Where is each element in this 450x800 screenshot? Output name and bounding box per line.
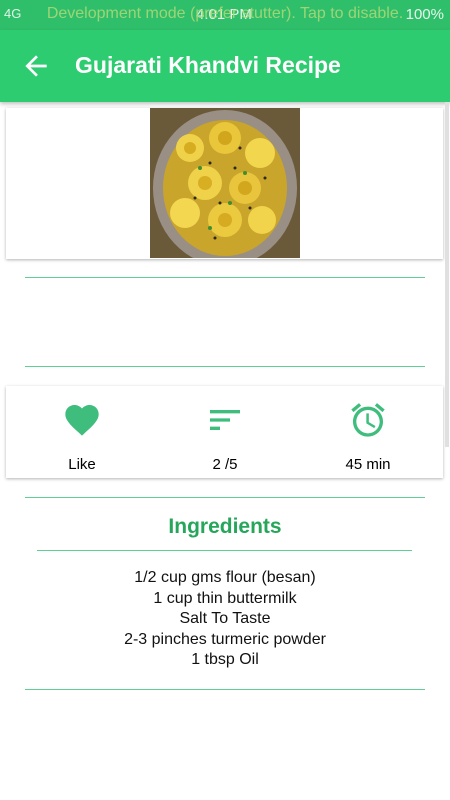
list-item: Salt To Taste — [179, 610, 271, 627]
recipe-stats-card: Like 2 /5 45 min — [6, 386, 443, 478]
scrollbar[interactable] — [445, 102, 449, 447]
arrow-back-icon — [25, 55, 47, 77]
developer-mode-banner[interactable]: Development mode (prefer stutter). Tap t… — [0, 5, 450, 23]
ingredients-title: Ingredients — [168, 515, 282, 538]
app-bar: Gujarati Khandvi Recipe — [0, 30, 450, 102]
list-item: 1/2 cup gms flour (besan) — [134, 569, 316, 586]
time-stat: 45 min — [295, 386, 441, 478]
like-button[interactable]: Like — [9, 386, 155, 478]
list-item: 2-3 pinches turmeric powder — [124, 630, 326, 648]
recipe-image — [150, 108, 300, 258]
divider — [25, 366, 425, 367]
ingredients-list: 1/2 cup gms flour (besan) 1 cup thin but… — [0, 568, 450, 671]
alarm-clock-icon — [351, 403, 385, 437]
time-label: 45 min — [345, 456, 391, 473]
page-title: Gujarati Khandvi Recipe — [75, 52, 341, 78]
rating-label: 2 /5 — [212, 456, 238, 473]
list-item: 1 tbsp Oil — [191, 651, 259, 668]
list-item: 1 cup thin buttermilk — [153, 589, 297, 607]
like-label: Like — [68, 456, 96, 473]
sort-lines-icon — [210, 410, 240, 430]
divider — [37, 550, 412, 551]
divider — [25, 689, 425, 690]
divider — [25, 277, 425, 278]
divider — [25, 497, 425, 498]
recipe-image-card — [6, 108, 443, 259]
rating-stat[interactable]: 2 /5 — [152, 386, 298, 478]
back-button[interactable] — [20, 50, 52, 82]
heart-icon — [65, 405, 99, 436]
status-bar: 4G 4:01 PM 100% Development mode (prefer… — [0, 0, 450, 30]
